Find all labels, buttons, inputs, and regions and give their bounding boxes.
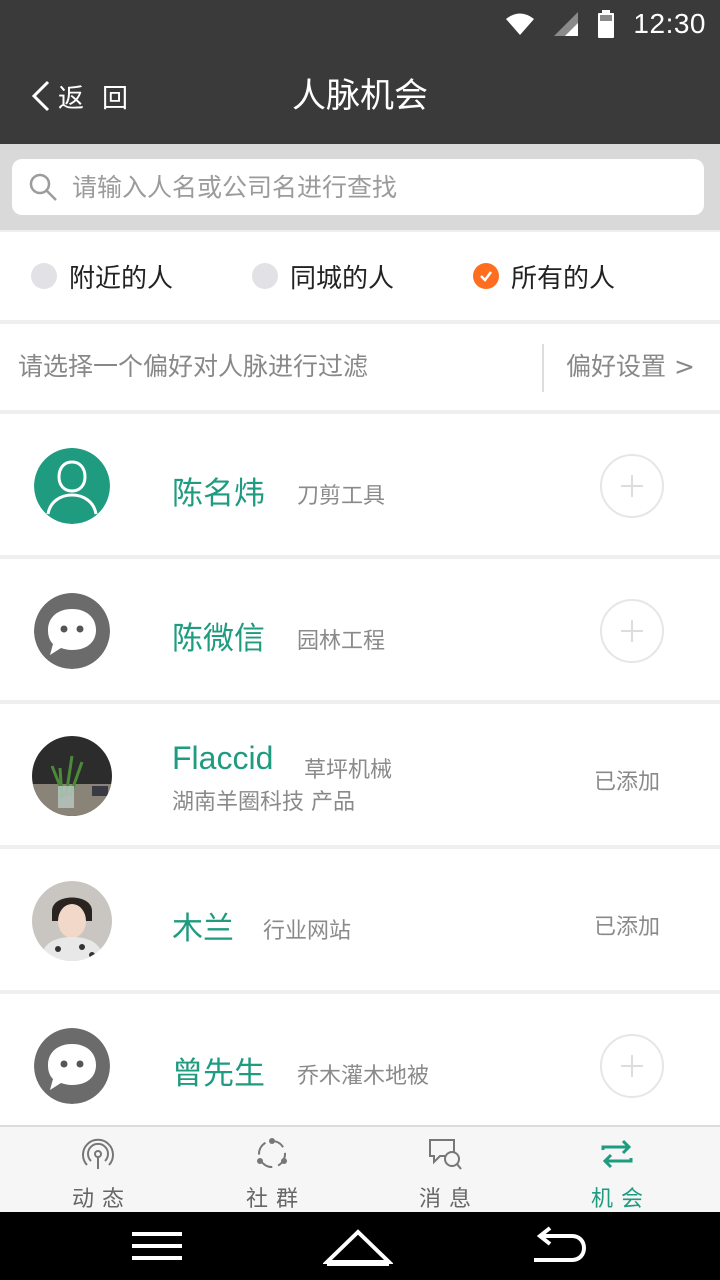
exchange-icon xyxy=(601,1139,633,1169)
avatar xyxy=(34,1028,110,1104)
filter-nearby[interactable]: 附近的人 xyxy=(31,232,173,320)
radio-unchecked-icon xyxy=(31,263,57,289)
contact-name: Flaccid xyxy=(172,740,274,776)
plus-icon xyxy=(621,1055,643,1077)
page-title: 人脉机会 xyxy=(292,76,428,116)
search-bar xyxy=(0,144,720,230)
contact-industry: 刀剪工具 xyxy=(297,484,386,509)
plus-icon xyxy=(621,620,643,642)
back-arrow-icon xyxy=(534,1226,587,1262)
filter-bar: 附近的人 同城的人 所有的人 xyxy=(0,232,720,320)
contact-name: 木兰 xyxy=(172,911,234,947)
avatar xyxy=(34,593,110,669)
list-item[interactable]: 陈微信 园林工程 xyxy=(0,559,720,700)
tab-label: 机会 xyxy=(590,1187,651,1212)
search-input[interactable] xyxy=(72,172,672,202)
tab-label: 社群 xyxy=(245,1187,306,1212)
plus-icon xyxy=(621,475,643,497)
menu-button[interactable] xyxy=(117,1222,197,1270)
filter-label: 所有的人 xyxy=(511,263,616,294)
clock: 12:30 xyxy=(633,8,706,39)
filter-same-city[interactable]: 同城的人 xyxy=(252,232,394,320)
community-icon xyxy=(257,1138,287,1168)
home-button[interactable] xyxy=(318,1222,398,1270)
back-nav-button[interactable] xyxy=(518,1222,598,1270)
avatar xyxy=(32,881,112,961)
add-contact-button[interactable] xyxy=(600,599,664,663)
chat-bubble-icon xyxy=(34,593,110,669)
contact-industry: 草坪机械 xyxy=(304,758,393,783)
list-item[interactable]: 陈名炜 刀剪工具 xyxy=(0,414,720,555)
tab-messages[interactable]: 消息 xyxy=(385,1127,505,1214)
preference-bar: 请选择一个偏好对人脉进行过滤 偏好设置 > xyxy=(0,324,720,410)
contact-name: 曾先生 xyxy=(172,1056,265,1092)
tab-feed[interactable]: 动态 xyxy=(38,1127,158,1214)
list-item[interactable]: 木兰 行业网站 已添加 xyxy=(0,849,720,990)
search-box[interactable] xyxy=(12,159,704,215)
tab-opportunities[interactable]: 机会 xyxy=(557,1127,677,1214)
person-silhouette-icon xyxy=(34,448,110,524)
status-bar: 12:30 xyxy=(0,0,720,48)
list-item[interactable]: 曾先生 乔木灌木地被 xyxy=(0,994,720,1125)
contact-industry: 乔木灌木地被 xyxy=(297,1064,430,1089)
tab-community[interactable]: 社群 xyxy=(212,1127,332,1214)
filter-label: 附近的人 xyxy=(69,263,174,294)
added-status: 已添加 xyxy=(594,915,661,940)
divider xyxy=(542,344,544,392)
contact-industry: 行业网站 xyxy=(263,919,352,944)
photo-person-icon xyxy=(32,881,112,961)
battery-icon xyxy=(598,10,615,38)
add-contact-button[interactable] xyxy=(600,1034,664,1098)
broadcast-icon xyxy=(82,1138,114,1169)
contact-name: 陈微信 xyxy=(172,621,265,657)
wifi-icon xyxy=(506,13,535,35)
filter-label: 同城的人 xyxy=(290,263,395,294)
photo-plant-icon xyxy=(32,736,112,816)
chat-bubble-icon xyxy=(34,1028,110,1104)
message-icon xyxy=(429,1139,462,1170)
tab-label: 消息 xyxy=(418,1187,479,1212)
avatar xyxy=(32,736,112,816)
signal-icon xyxy=(554,12,579,36)
contact-name: 陈名炜 xyxy=(172,476,265,512)
home-icon xyxy=(323,1229,393,1266)
search-icon xyxy=(29,173,57,201)
contact-industry: 园林工程 xyxy=(297,629,386,654)
radio-unchecked-icon xyxy=(252,263,278,289)
tab-label: 动态 xyxy=(71,1187,132,1212)
preference-settings-link[interactable]: 偏好设置 > xyxy=(566,324,695,410)
title-bar: 返回 人脉机会 xyxy=(0,48,720,144)
filter-all[interactable]: 所有的人 xyxy=(473,232,615,320)
list-item[interactable]: Flaccid 草坪机械 湖南羊圈科技 产品 已添加 xyxy=(0,704,720,845)
contact-company: 湖南羊圈科技 产品 xyxy=(172,790,355,815)
preference-hint: 请选择一个偏好对人脉进行过滤 xyxy=(18,352,369,381)
add-contact-button[interactable] xyxy=(600,454,664,518)
added-status: 已添加 xyxy=(594,770,661,795)
menu-icon xyxy=(132,1232,182,1260)
checkmark-icon xyxy=(473,263,499,289)
bottom-tab-bar: 动态 社群 消息 机会 xyxy=(0,1125,720,1212)
avatar xyxy=(34,448,110,524)
system-nav-bar xyxy=(0,1212,720,1280)
status-icons: 12:30 xyxy=(505,6,706,42)
